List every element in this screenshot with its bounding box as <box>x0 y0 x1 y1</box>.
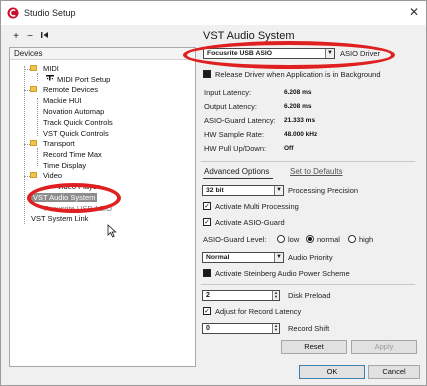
chevron-down-icon: ▼ <box>274 253 283 262</box>
window-title: Studio Setup <box>24 8 76 18</box>
record-shift-stepper[interactable]: 0 ▲ ▼ <box>202 323 280 334</box>
reset-device-button[interactable] <box>37 31 51 44</box>
tree-item-time-display[interactable]: Time Display <box>43 161 86 170</box>
asio-guard-latency-label: ASIO-Guard Latency: <box>204 116 276 125</box>
audio-priority-label: Audio Priority <box>288 253 333 262</box>
studio-setup-window: Studio Setup ✕ + − Devices MIDI MIDI Por… <box>0 0 427 386</box>
annotation-ellipse-asio-driver <box>183 41 395 69</box>
cubase-app-icon <box>7 7 19 19</box>
title-bar: Studio Setup ✕ <box>1 1 426 25</box>
release-driver-checkbox[interactable] <box>203 70 211 78</box>
annotation-ellipse-vst-audio-system <box>27 183 121 213</box>
power-scheme-checkbox[interactable] <box>203 269 211 277</box>
tree-item-mackie-hui[interactable]: Mackie HUI <box>43 96 82 105</box>
hw-pull-label: HW Pull Up/Down: <box>204 144 267 153</box>
processing-precision-select[interactable]: 32 bit ▼ <box>202 185 284 196</box>
output-latency-label: Output Latency: <box>204 102 257 111</box>
folder-icon <box>30 65 37 71</box>
record-shift-label: Record Shift <box>288 324 330 333</box>
chevron-down-icon: ▼ <box>274 186 283 195</box>
hw-pull-value: Off <box>284 145 294 152</box>
folder-icon <box>30 86 37 92</box>
remove-device-button[interactable]: − <box>23 31 37 44</box>
apply-button[interactable]: Apply <box>351 340 417 354</box>
multi-processing-checkbox[interactable]: ✓ <box>203 202 211 210</box>
ok-button[interactable]: OK <box>299 365 365 379</box>
release-driver-label: Release Driver when Application is in Ba… <box>215 70 381 79</box>
asio-guard-level-normal-radio[interactable] <box>306 235 314 243</box>
asio-guard-latency-value: 21.333 ms <box>284 117 316 124</box>
asio-guard-checkbox[interactable]: ✓ <box>203 218 211 226</box>
power-scheme-label: Activate Steinberg Audio Power Scheme <box>215 269 350 278</box>
input-latency-label: Input Latency: <box>204 88 252 97</box>
processing-precision-label: Processing Precision <box>288 186 359 195</box>
tree-item-midi[interactable]: MIDI <box>43 64 59 73</box>
reset-icon <box>40 32 48 38</box>
divider <box>201 161 415 162</box>
hw-sample-rate-value: 48.000 kHz <box>284 131 318 138</box>
adjust-latency-checkbox[interactable]: ✓ <box>203 307 211 315</box>
input-latency-value: 6.208 ms <box>284 89 312 96</box>
mouse-cursor-icon <box>107 224 117 238</box>
asio-guard-level-low-label: low <box>288 235 300 244</box>
midi-port-icon <box>46 75 54 81</box>
folder-icon <box>30 140 37 146</box>
cancel-button[interactable]: Cancel <box>368 365 420 379</box>
disk-preload-label: Disk Preload <box>288 291 331 300</box>
asio-guard-level-normal-label: normal <box>317 235 340 244</box>
devices-header: Devices <box>10 48 195 60</box>
tree-item-record-time-max[interactable]: Record Time Max <box>43 150 102 159</box>
reset-button[interactable]: Reset <box>281 340 347 354</box>
tree-item-remote-devices[interactable]: Remote Devices <box>43 85 98 94</box>
stepper-arrows-icon[interactable]: ▲ ▼ <box>272 324 279 333</box>
folder-icon <box>30 172 37 178</box>
output-latency-value: 6.208 ms <box>284 103 312 110</box>
hw-sample-rate-label: HW Sample Rate: <box>204 130 265 139</box>
divider <box>201 284 415 285</box>
tree-item-midi-port-setup[interactable]: MIDI Port Setup <box>57 75 110 84</box>
asio-guard-level-high-label: high <box>359 235 374 244</box>
tree-item-transport[interactable]: Transport <box>43 139 75 148</box>
disk-preload-stepper[interactable]: 2 ▲ ▼ <box>202 290 280 301</box>
tree-item-vst-quick-controls[interactable]: VST Quick Controls <box>43 129 109 138</box>
add-device-button[interactable]: + <box>9 31 23 44</box>
tree-item-novation-automap[interactable]: Novation Automap <box>43 107 104 116</box>
asio-guard-level-low-radio[interactable] <box>277 235 285 243</box>
tab-advanced-options[interactable]: Advanced Options <box>204 167 269 176</box>
multi-processing-label: Activate Multi Processing <box>215 202 299 211</box>
devices-toolbar: + − <box>9 31 55 44</box>
tree-item-track-quick-controls[interactable]: Track Quick Controls <box>43 118 113 127</box>
asio-guard-level-high-radio[interactable] <box>348 235 356 243</box>
asio-guard-label: Activate ASIO-Guard <box>215 218 285 227</box>
adjust-latency-label: Adjust for Record Latency <box>215 307 302 316</box>
tree-item-vst-system-link[interactable]: VST System Link <box>31 214 88 223</box>
stepper-arrows-icon[interactable]: ▲ ▼ <box>272 291 279 300</box>
tree-item-video[interactable]: Video <box>43 171 62 180</box>
set-to-defaults-link[interactable]: Set to Defaults <box>290 167 342 176</box>
close-icon[interactable]: ✕ <box>407 5 421 19</box>
asio-guard-level-label: ASIO-Guard Level: <box>203 235 267 244</box>
audio-priority-select[interactable]: Normal ▼ <box>202 252 284 263</box>
